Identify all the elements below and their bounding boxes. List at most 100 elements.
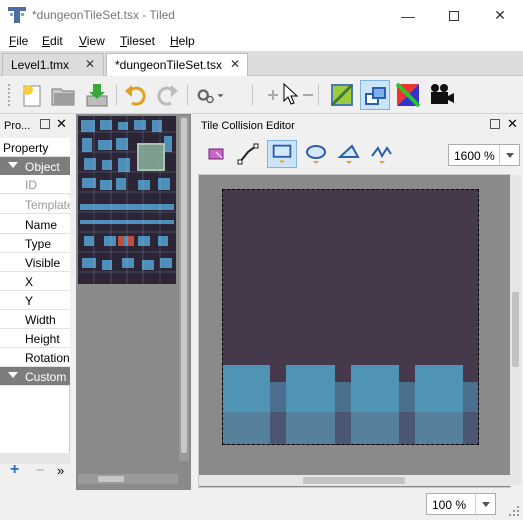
expand-arrow-icon[interactable] <box>8 162 18 168</box>
property-name: Width <box>25 313 56 327</box>
ellipse-icon <box>306 145 326 164</box>
toolbar-separator <box>116 84 117 106</box>
document-tab-bar: Level1.tmx ✕ *dungeonTileSet.tsx ✕ <box>0 51 523 76</box>
close-panel-icon[interactable]: ✕ <box>56 116 67 132</box>
save-button[interactable] <box>82 80 112 110</box>
insert-polygon-button[interactable] <box>336 142 362 166</box>
property-row[interactable]: Y <box>0 291 70 310</box>
resize-grip-icon[interactable] <box>508 505 520 517</box>
redo-button[interactable] <box>152 80 182 110</box>
open-file-button[interactable] <box>48 80 78 110</box>
main-zoom-combobox[interactable]: 100 % <box>426 493 496 515</box>
property-name: Custom <box>25 370 67 384</box>
insert-rectangle-button[interactable] <box>267 140 297 168</box>
property-name: Template <box>25 198 70 212</box>
insert-ellipse-button[interactable] <box>303 142 329 166</box>
toolbar-separator <box>187 84 188 106</box>
minimize-icon: — <box>401 7 415 24</box>
property-name: Height <box>25 332 60 346</box>
terrain-icon <box>330 83 354 107</box>
property-name: Y <box>25 294 34 308</box>
property-row[interactable]: X <box>0 272 70 291</box>
property-name: ID <box>25 178 37 192</box>
tileset-hscroll-thumb[interactable] <box>98 476 124 482</box>
tab-dungeon-tileset[interactable]: *dungeonTileSet.tsx ✕ <box>106 53 248 76</box>
tileset-hscroll[interactable] <box>78 474 178 484</box>
select-objects-button[interactable] <box>206 142 230 166</box>
edit-collision-button[interactable] <box>360 80 390 110</box>
tab-close-icon[interactable]: ✕ <box>230 57 240 71</box>
property-row[interactable]: Height <box>0 329 70 348</box>
property-name: Name <box>25 218 58 232</box>
insert-polyline-button[interactable] <box>369 142 395 166</box>
menu-tileset[interactable]: Tileset <box>120 34 155 48</box>
collision-tile[interactable] <box>222 189 479 445</box>
new-file-icon <box>23 85 41 107</box>
tiled-app-icon <box>8 7 26 23</box>
tileset-image[interactable] <box>78 116 176 284</box>
canvas-hscroll-thumb[interactable] <box>303 477 405 484</box>
tab-close-icon[interactable]: ✕ <box>85 57 95 71</box>
property-group-row[interactable]: Custom <box>0 367 70 386</box>
menu-file[interactable]: File <box>9 34 28 48</box>
property-row[interactable]: ID <box>0 175 70 194</box>
collision-zoom-combobox[interactable]: 1600 % <box>448 144 520 166</box>
expand-arrow-icon[interactable] <box>8 372 18 378</box>
edit-wang-sets-button[interactable] <box>393 80 423 110</box>
maximize-button[interactable] <box>431 0 477 31</box>
remove-tiles-button[interactable] <box>293 80 313 110</box>
edit-polygons-icon <box>237 143 259 165</box>
close-panel-icon[interactable]: ✕ <box>507 116 518 132</box>
tab-level1[interactable]: Level1.tmx ✕ <box>2 53 104 76</box>
property-row[interactable]: Name <box>0 215 70 234</box>
collision-editor-title: Tile Collision Editor <box>201 120 295 132</box>
remove-property-icon[interactable]: − <box>36 462 45 479</box>
chevron-down-icon[interactable] <box>475 494 495 514</box>
property-name: X <box>25 275 34 289</box>
open-folder-icon <box>51 88 75 106</box>
undo-button[interactable] <box>121 80 151 110</box>
add-tiles-button[interactable] <box>258 80 278 110</box>
wang-color-icon <box>395 82 421 108</box>
property-column-header: Property <box>0 138 70 157</box>
menu-help[interactable]: Help <box>170 34 195 48</box>
property-row[interactable]: Type <box>0 234 70 253</box>
tileset-vscroll[interactable] <box>179 116 189 461</box>
new-file-button[interactable] <box>17 80 47 110</box>
commands-button[interactable] <box>195 80 235 110</box>
edit-terrain-button[interactable] <box>327 80 357 110</box>
canvas-vscroll-thumb[interactable] <box>512 292 519 367</box>
canvas-hscroll[interactable] <box>199 475 510 486</box>
canvas-vscroll[interactable] <box>510 175 521 485</box>
float-panel-icon[interactable] <box>40 119 50 129</box>
toolbar-separator <box>318 84 319 106</box>
menu-edit[interactable]: Edit <box>42 34 63 48</box>
minimize-button[interactable]: — <box>385 0 431 31</box>
property-row[interactable]: Width <box>0 310 70 329</box>
more-icon[interactable]: » <box>57 463 64 478</box>
movie-camera-icon <box>431 84 454 104</box>
animation-editor-button[interactable] <box>426 80 456 110</box>
property-name: Type <box>25 237 52 251</box>
property-name: Visible <box>25 256 61 270</box>
property-name: Rotation <box>25 351 70 365</box>
property-row[interactable]: Template <box>0 195 70 214</box>
close-window-button[interactable]: ✕ <box>477 0 523 31</box>
property-row[interactable]: Rotation <box>0 348 70 367</box>
main-toolbar <box>0 76 523 114</box>
float-panel-icon[interactable] <box>490 119 500 129</box>
window-title: *dungeonTileSet.tsx - Tiled <box>32 8 175 22</box>
chevron-down-icon[interactable] <box>499 145 519 165</box>
property-group-row[interactable]: Object <box>0 157 70 176</box>
edit-polygons-button[interactable] <box>236 142 260 166</box>
save-icon <box>86 84 108 107</box>
toolbar-separator <box>252 84 253 106</box>
menu-bar: File Edit View Tileset Help <box>0 31 523 51</box>
tileset-view <box>76 114 191 490</box>
tileset-vscroll-thumb[interactable] <box>181 118 187 453</box>
undo-icon <box>125 85 146 106</box>
add-property-icon[interactable]: + <box>10 461 19 479</box>
close-icon: ✕ <box>494 7 506 23</box>
menu-view[interactable]: View <box>79 34 105 48</box>
property-row[interactable]: Visible <box>0 253 70 272</box>
